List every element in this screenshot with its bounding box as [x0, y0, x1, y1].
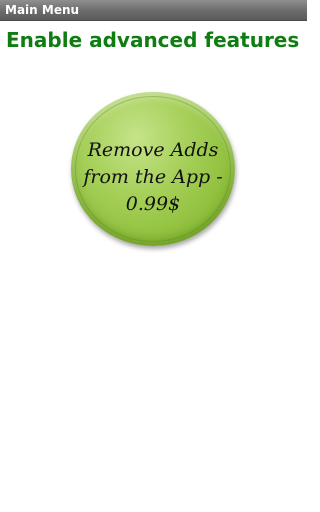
page-heading: Enable advanced features — [6, 28, 300, 52]
window-title: Main Menu — [5, 3, 80, 17]
remove-ads-button-label: Remove Adds from the App - 0.99$ — [83, 139, 223, 215]
remove-ads-button[interactable]: Remove Adds from the App - 0.99$ — [71, 92, 235, 246]
title-bar: Main Menu — [0, 0, 307, 21]
